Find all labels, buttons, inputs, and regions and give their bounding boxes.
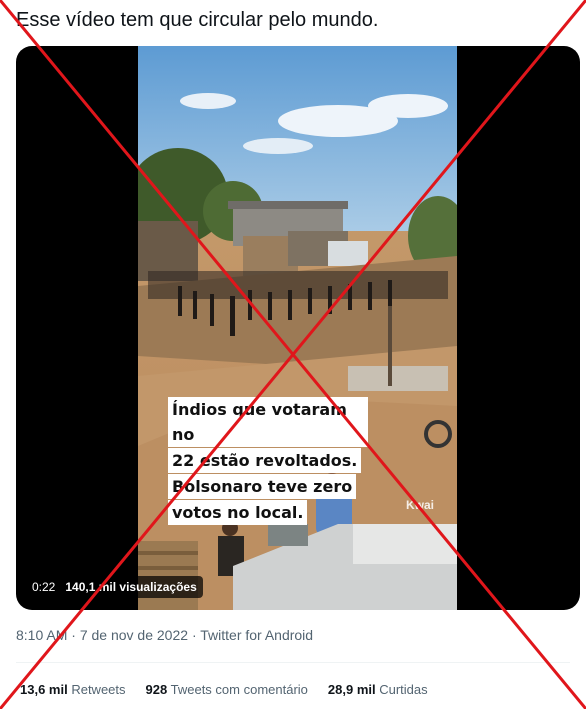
caption-line: 22 estão revoltados.: [168, 448, 362, 473]
tweet-time-link[interactable]: 8:10 AM: [16, 627, 67, 643]
separator: ·: [71, 627, 76, 643]
video-duration: 0:22: [32, 580, 56, 594]
quote-tweets-label: Tweets com comentário: [170, 682, 308, 697]
tweet-text: Esse vídeo tem que circular pelo mundo.: [16, 9, 379, 31]
caption-line: Índios que votaram no: [168, 397, 368, 447]
video-meta-badge: 0:22 140,1 mil visualizações: [26, 576, 203, 598]
kwai-watermark: Kwai: [406, 498, 435, 512]
video-views: 140,1 mil visualizações: [65, 580, 197, 594]
caption-line: votos no local.: [168, 500, 308, 525]
video-caption: Índios que votaram no 22 estão revoltado…: [168, 397, 368, 526]
tweet-timestamp: 8:10 AM · 7 de nov de 2022 · Twitter for…: [16, 627, 313, 643]
retweets-label: Retweets: [71, 682, 126, 697]
divider: [16, 662, 570, 663]
quote-tweets-count: 928: [145, 682, 168, 697]
retweets-count: 13,6 mil: [20, 682, 68, 697]
tweet-date-link[interactable]: 7 de nov de 2022: [80, 627, 188, 643]
caption-line: Bolsonaro teve zero: [168, 474, 357, 499]
video-player[interactable]: Índios que votaram no 22 estão revoltado…: [16, 46, 580, 610]
likes-count: 28,9 mil: [327, 682, 376, 697]
video-frame[interactable]: Índios que votaram no 22 estão revoltado…: [138, 46, 457, 610]
quote-tweets-stat[interactable]: 928 Tweets com comentário: [146, 682, 308, 697]
tweet-source-link[interactable]: Twitter for Android: [200, 627, 313, 643]
likes-label: Curtidas: [379, 682, 428, 697]
likes-stat[interactable]: 28,9 mil Curtidas: [328, 682, 428, 697]
retweets-stat[interactable]: 13,6 mil Retweets: [20, 682, 126, 697]
tweet-stats: 13,6 mil Retweets 928 Tweets com comentá…: [20, 682, 428, 697]
separator: ·: [191, 627, 197, 643]
